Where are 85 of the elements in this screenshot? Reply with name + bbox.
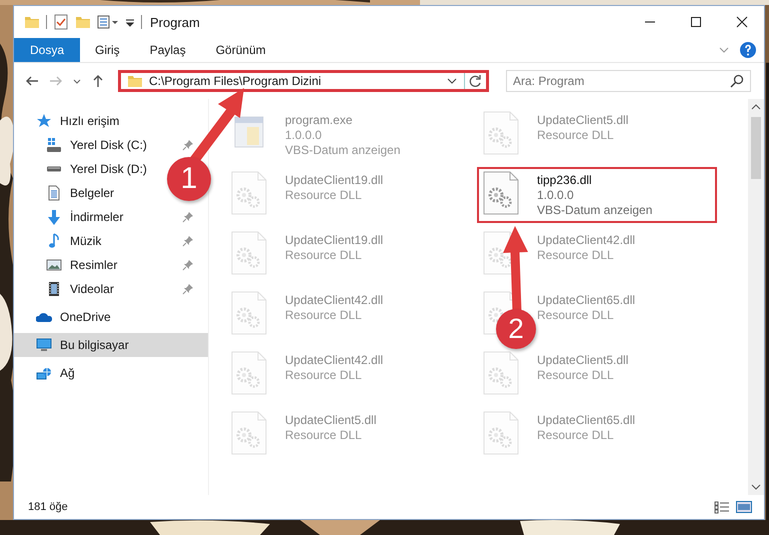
sidebar-item[interactable]: İndirmeler bbox=[70, 210, 124, 224]
file-name: UpdateClient42.dll bbox=[285, 353, 384, 367]
file-detail: Resource DLL bbox=[537, 428, 615, 442]
sidebar-item[interactable]: Müzik bbox=[70, 234, 102, 248]
drive-icon bbox=[46, 166, 62, 172]
gear-file-icon bbox=[483, 171, 519, 215]
file-detail: Resource DLL bbox=[537, 128, 615, 142]
sidebar-item[interactable]: Belgeler bbox=[70, 186, 114, 200]
tiles-view-icon[interactable] bbox=[736, 500, 752, 514]
file-detail: Resource DLL bbox=[285, 248, 363, 262]
file-name: UpdateClient65.dll bbox=[537, 293, 636, 307]
file-name: UpdateClient5.dll bbox=[537, 113, 628, 127]
file-detail: Resource DLL bbox=[537, 368, 615, 382]
file-detail: Resource DLL bbox=[285, 188, 363, 202]
sidebar-item[interactable]: Yerel Disk (C:) bbox=[70, 138, 147, 152]
properties-icon[interactable] bbox=[97, 14, 119, 30]
file-name: UpdateClient19.dll bbox=[285, 233, 384, 247]
scrollbar[interactable] bbox=[748, 99, 764, 495]
sidebar-item[interactable]: Videolar bbox=[70, 282, 114, 296]
file-detail: Resource DLL bbox=[537, 248, 615, 262]
details-view-icon[interactable] bbox=[714, 500, 730, 514]
folder-icon bbox=[127, 73, 143, 89]
file-detail: VBS-Datum anzeigen bbox=[537, 203, 652, 217]
gear-file-icon bbox=[231, 351, 267, 395]
address-text: C:\Program Files\Program Dizini bbox=[149, 74, 322, 88]
file-name: UpdateClient5.dll bbox=[285, 413, 376, 427]
drive-icon bbox=[46, 138, 62, 152]
sidebar-item[interactable]: Hızlı erişim bbox=[60, 114, 120, 128]
gear-file-icon bbox=[483, 351, 519, 395]
file-detail: VBS-Datum anzeigen bbox=[285, 143, 400, 157]
help-icon[interactable] bbox=[740, 42, 756, 58]
file-detail: Resource DLL bbox=[285, 428, 363, 442]
picture-icon bbox=[46, 259, 62, 271]
ribbon-tab[interactable]: Görünüm bbox=[200, 38, 281, 62]
gear-file-icon bbox=[231, 411, 267, 455]
scroll-down-icon[interactable] bbox=[751, 483, 761, 491]
address-bar[interactable]: C:\Program Files\Program Dizini bbox=[118, 70, 489, 92]
music-note-icon bbox=[48, 233, 60, 249]
star-icon bbox=[36, 113, 52, 129]
file-detail: Resource DLL bbox=[285, 308, 363, 322]
file-name: UpdateClient19.dll bbox=[285, 173, 384, 187]
file-detail: Resource DLL bbox=[537, 308, 615, 322]
sidebar-item[interactable]: Bu bilgisayar bbox=[14, 333, 208, 357]
checklist-icon[interactable] bbox=[53, 14, 69, 30]
sidebar-item[interactable]: Ağ bbox=[60, 366, 75, 380]
file-item[interactable]: tipp236.dll 1.0.0.0 VBS-Datum anzeigen bbox=[477, 167, 717, 223]
window-title: Program bbox=[150, 14, 200, 30]
file-detail: Resource DLL bbox=[285, 368, 363, 382]
gear-file-icon bbox=[231, 171, 267, 215]
gear-file-icon bbox=[231, 291, 267, 335]
gear-file-icon bbox=[231, 231, 267, 275]
pin-icon[interactable] bbox=[182, 211, 194, 223]
ribbon-tab[interactable]: Paylaş bbox=[134, 38, 201, 62]
scroll-up-icon[interactable] bbox=[751, 103, 761, 111]
maximize-icon[interactable] bbox=[690, 16, 702, 28]
file-detail: 1.0.0.0 bbox=[537, 188, 575, 202]
search-icon[interactable] bbox=[730, 74, 744, 88]
search-field[interactable]: Ara: Program bbox=[506, 70, 751, 92]
download-icon bbox=[47, 210, 61, 224]
file-name: tipp236.dll bbox=[537, 173, 593, 187]
pin-icon[interactable] bbox=[182, 283, 194, 295]
ribbon-tab[interactable]: Giriş bbox=[80, 38, 135, 62]
document-icon bbox=[48, 185, 60, 201]
sidebar-item[interactable]: OneDrive bbox=[60, 310, 111, 324]
file-name: UpdateClient65.dll bbox=[537, 413, 636, 427]
ribbon-tab[interactable]: Dosya bbox=[14, 38, 80, 62]
network-icon bbox=[36, 366, 52, 380]
sidebar-item[interactable]: Yerel Disk (D:) bbox=[70, 162, 147, 176]
file-name: program.exe bbox=[285, 113, 354, 127]
file-name: UpdateClient42.dll bbox=[285, 293, 384, 307]
sidebar-item[interactable]: Resimler bbox=[70, 258, 118, 272]
gear-file-icon bbox=[483, 111, 519, 155]
file-name: UpdateClient5.dll bbox=[537, 353, 628, 367]
file-detail: 1.0.0.0 bbox=[285, 128, 323, 142]
close-icon[interactable] bbox=[736, 16, 748, 28]
film-icon bbox=[48, 281, 60, 297]
monitor-icon bbox=[36, 338, 52, 352]
file-name: UpdateClient42.dll bbox=[537, 233, 636, 247]
scroll-thumb[interactable] bbox=[751, 117, 761, 179]
gear-file-icon bbox=[483, 411, 519, 455]
item-count: 181 öğe bbox=[28, 501, 68, 513]
cloud-icon bbox=[36, 312, 52, 322]
pin-icon[interactable] bbox=[182, 259, 194, 271]
pin-icon[interactable] bbox=[182, 235, 194, 247]
pin-icon[interactable] bbox=[182, 139, 194, 151]
